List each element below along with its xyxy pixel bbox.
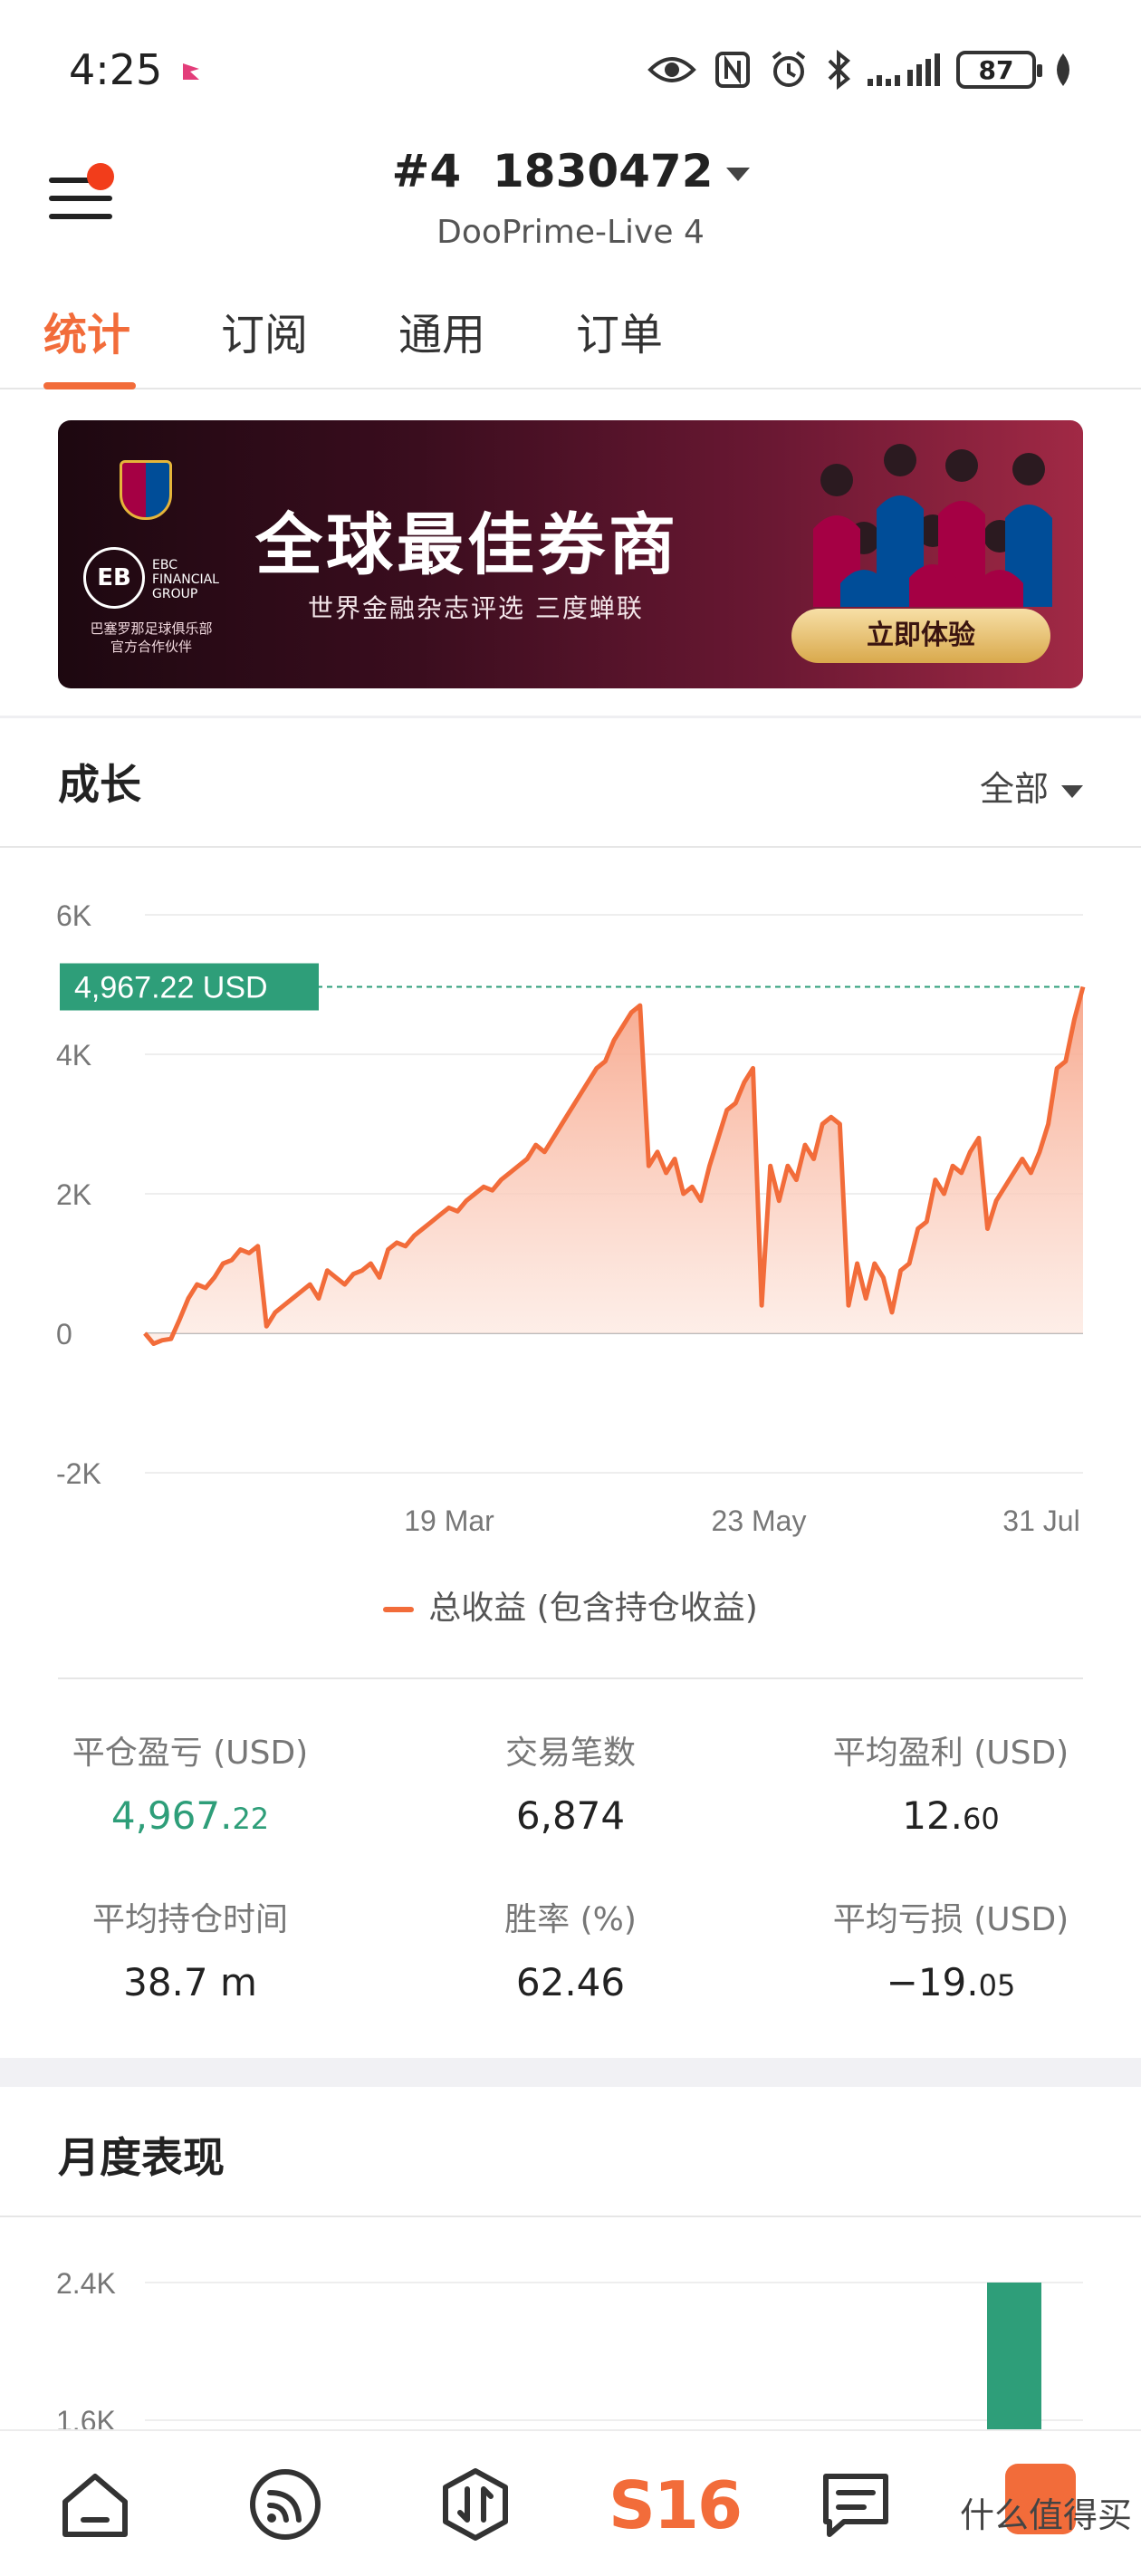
try-now-button[interactable]: 立即体验 [791,609,1050,663]
legend-label: 总收益 (包含持仓收益) [428,1590,758,1627]
ebc-logo-icon: EB [83,547,145,609]
x-tick-label: 19 Mar [404,1504,494,1537]
header-divider [0,846,1141,848]
players-image [813,444,1052,607]
s16-event-button[interactable]: S16 [609,2467,743,2543]
stat-value: 4,967.22 [110,1793,270,1838]
bottom-nav: S16 什么值得买 [0,2429,1141,2576]
growth-filter-label: 全部 [979,769,1049,809]
alarm-off-icon [772,51,806,87]
growth-chart: 6K 4K 2K 0 -2K 4,967.22 USD 19 Mar 23 May 31 J… [56,899,1086,1537]
signals-icon[interactable] [246,2465,324,2543]
growth-range-filter[interactable]: 全部 [980,761,1083,811]
legend-swatch [383,1607,415,1612]
stat-value: −19.05 [886,1960,1016,2004]
monthly-chart: 2.4K 1.6K [56,2267,1083,2431]
stat-item: 交易笔数 6,874 [380,1726,761,1838]
y-tick-label: 6K [56,899,91,932]
y-tick-label: 1.6K [56,2405,116,2431]
growth-title: 成长 [58,760,141,809]
battery-indicator: 87 [956,51,1042,89]
tab-bar: 统计 订阅 通用 订单 [0,299,1141,389]
bluetooth-icon [828,50,850,90]
banner-subline: 世界金融杂志评选 三度蝉联 [308,593,644,623]
leaf-icon [1057,53,1069,86]
current-value-label: 4,967.22 USD [74,971,268,1005]
chevron-down-icon [1061,784,1083,798]
x-tick-label: 31 Jul [1002,1504,1079,1537]
tab-subscriptions[interactable]: 订阅 [221,299,308,389]
stats-divider [58,1677,1083,1679]
stat-item: 平均亏损 (USD) −19.05 [761,1893,1141,2004]
club-crest-icon [120,460,172,520]
account-server: DooPrime-Live 4 [436,214,705,251]
stat-label: 交易笔数 [504,1735,636,1772]
stat-label: 平均持仓时间 [91,1901,288,1938]
active-tab-indicator [43,382,136,389]
stat-value: 6,874 [515,1793,626,1838]
stat-label: 胜率 (%) [504,1901,637,1938]
tab-orders[interactable]: 订单 [576,299,663,389]
stat-value: 62.46 [515,1960,626,2004]
messages-icon[interactable] [817,2465,895,2543]
stat-item: 平均盈利 (USD) 12.60 [761,1726,1141,1838]
section-divider [0,716,1141,718]
section-band [0,2058,1141,2087]
chevron-down-icon [725,168,750,181]
stat-label: 平均盈利 (USD) [832,1735,1069,1772]
y-tick-label: -2K [56,1457,101,1490]
stat-label: 平均亏损 (USD) [832,1901,1069,1938]
watermark: 什么值得买 [959,2495,1132,2535]
status-bar: 4:25 87 [0,0,1141,136]
stat-label: 平仓盈亏 (USD) [72,1735,309,1772]
nfc-icon [715,52,750,88]
tab-general[interactable]: 通用 [398,299,485,389]
promo-banner[interactable]: EB EBC FINANCIAL GROUP 巴塞罗那足球俱乐部 官方合作伙伴 … [58,420,1083,688]
status-time: 4:25 [69,45,163,94]
stat-item: 平均持仓时间 38.7 m [0,1893,380,2004]
tab-statistics[interactable]: 统计 [43,299,130,389]
stat-item: 平仓盈亏 (USD) 4,967.22 [0,1726,380,1838]
y-tick-label: 4K [56,1039,91,1072]
month-bar [987,2283,1041,2431]
y-tick-label: 2.4K [56,2267,116,2300]
banner-headline: 全球最佳券商 [255,506,679,584]
stat-value: 12.60 [902,1793,1000,1838]
notification-flag-icon [183,63,199,80]
signal-icon [868,53,940,86]
status-icons: 87 [647,47,1074,92]
banner-partner-text: 巴塞罗那足球俱乐部 官方合作伙伴 [90,620,213,655]
stat-value: 38.7 m [123,1960,257,2004]
chart-legend[interactable]: 总收益 (包含持仓收益) [0,1581,1141,1629]
account-selector[interactable]: #4 1830472 [0,145,1141,197]
y-tick-label: 2K [56,1178,91,1211]
trade-icon[interactable] [436,2465,514,2543]
x-tick-label: 23 May [712,1504,807,1537]
home-icon[interactable] [56,2465,134,2543]
monthly-title: 月度表现 [58,2133,225,2182]
ebc-logo-text: EBC FINANCIAL GROUP [152,558,219,601]
stat-item: 胜率 (%) 62.46 [380,1893,761,2004]
y-tick-label: 0 [56,1318,72,1350]
eye-icon [647,57,696,82]
account-id: #4 1830472 [391,145,714,197]
